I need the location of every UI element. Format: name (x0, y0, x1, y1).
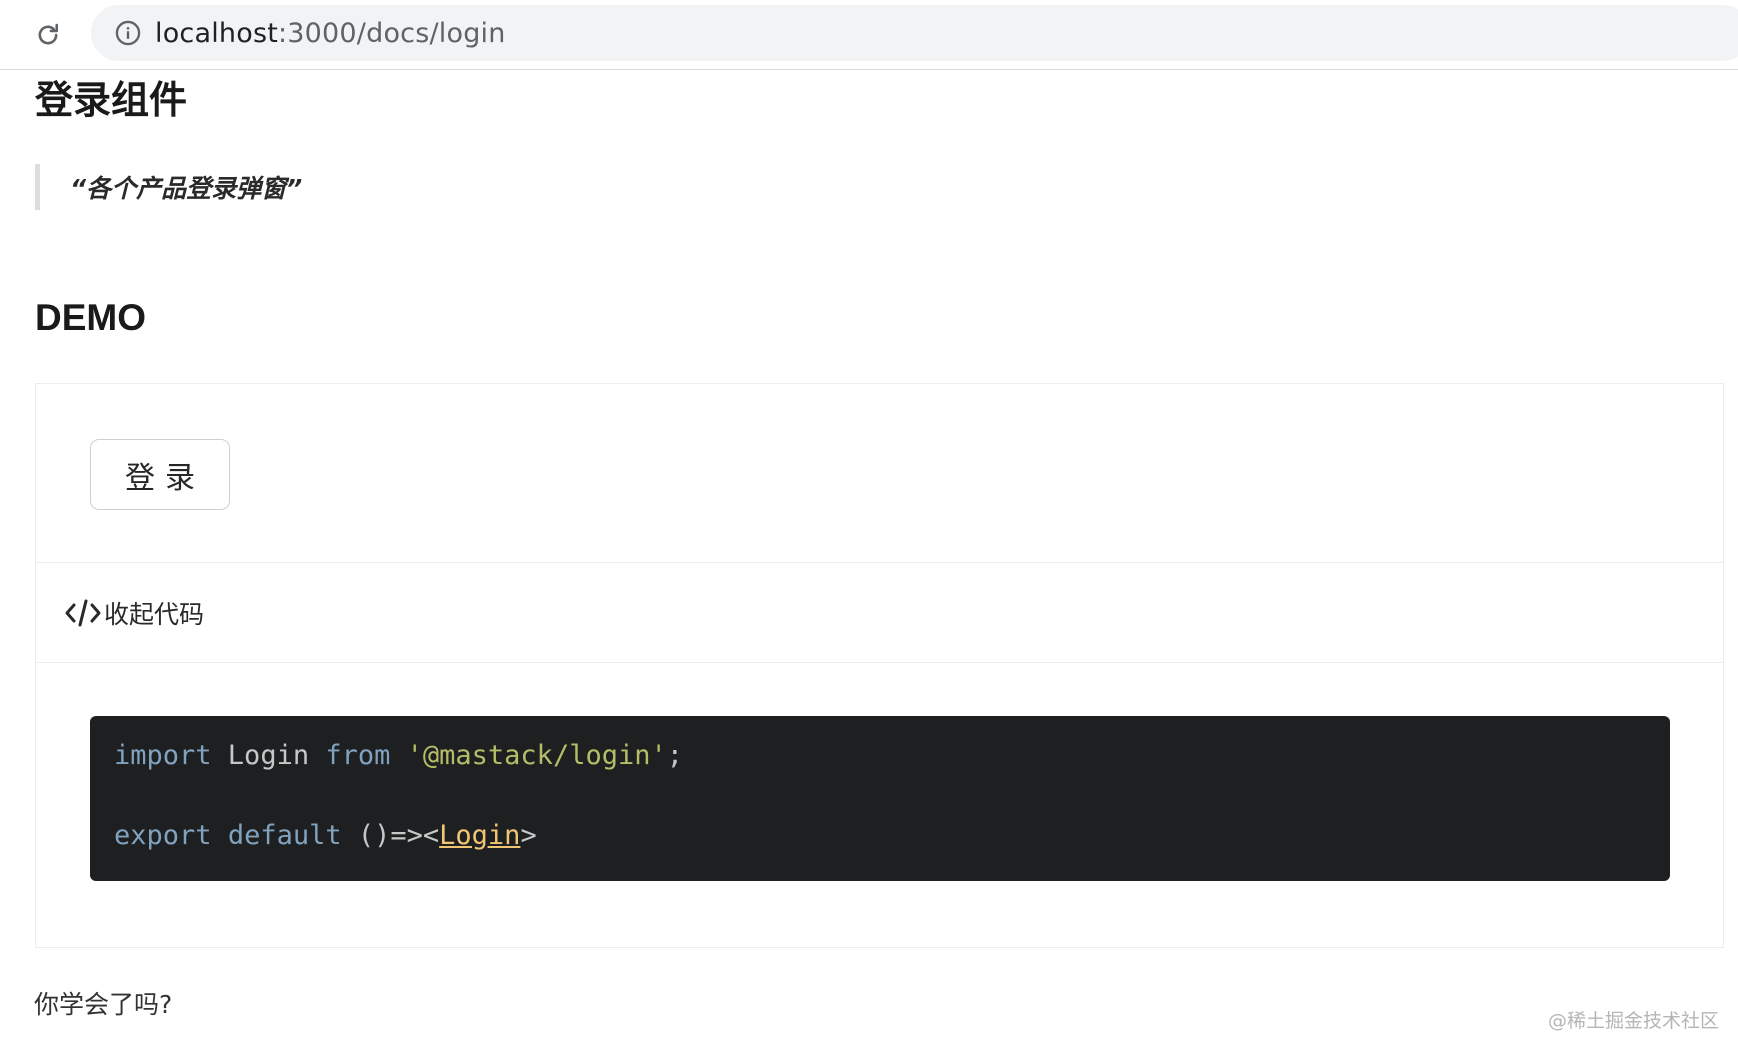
code-identifier: Login (211, 740, 326, 771)
code-icon (64, 596, 102, 630)
info-icon[interactable] (113, 18, 143, 48)
collapse-code-label: 收起代码 (104, 600, 205, 629)
code-area: import Login from '@mastack/login'; expo… (36, 663, 1723, 949)
code-toggle-row: 收起代码 (36, 563, 1723, 663)
code-block: import Login from '@mastack/login'; expo… (90, 716, 1670, 881)
address-bar[interactable]: localhost:3000/docs/login (91, 5, 1738, 61)
login-button[interactable]: 登录 (90, 439, 230, 510)
code-semicolon: ; (666, 740, 683, 771)
description-quote: “各个产品登录弹窗” (35, 164, 455, 210)
code-line-export: export default ()=><Login> (114, 816, 1646, 856)
closing-question: 你学会了吗? (34, 990, 173, 1019)
code-string: '@mastack/login' (406, 740, 667, 771)
page-title: 登录组件 (35, 78, 188, 122)
code-keyword-from: from (325, 740, 391, 771)
browser-toolbar: localhost:3000/docs/login (0, 0, 1738, 70)
reload-icon[interactable] (31, 18, 65, 52)
demo-preview: 登录 (36, 384, 1723, 563)
code-arrow: ()=>< (341, 820, 440, 851)
watermark: @稀土掘金技术社区 (1548, 1010, 1720, 1032)
url-path: :3000/docs/login (278, 17, 506, 49)
quote-text: “各个产品登录弹窗” (70, 174, 303, 203)
section-heading-demo: DEMO (35, 297, 146, 338)
code-tag-close: > (520, 820, 537, 851)
code-keyword-default: default (227, 820, 342, 851)
collapse-code-button[interactable]: 收起代码 (64, 591, 204, 635)
code-keyword-import: import (114, 740, 212, 771)
url-host: localhost (155, 17, 278, 49)
code-keyword-export: export (114, 820, 212, 851)
demo-card: 登录 收起代码 import Login from '@mastack/logi… (35, 383, 1724, 948)
code-jsx-tag: Login (439, 820, 521, 851)
code-line-import: import Login from '@mastack/login'; (114, 736, 1646, 776)
